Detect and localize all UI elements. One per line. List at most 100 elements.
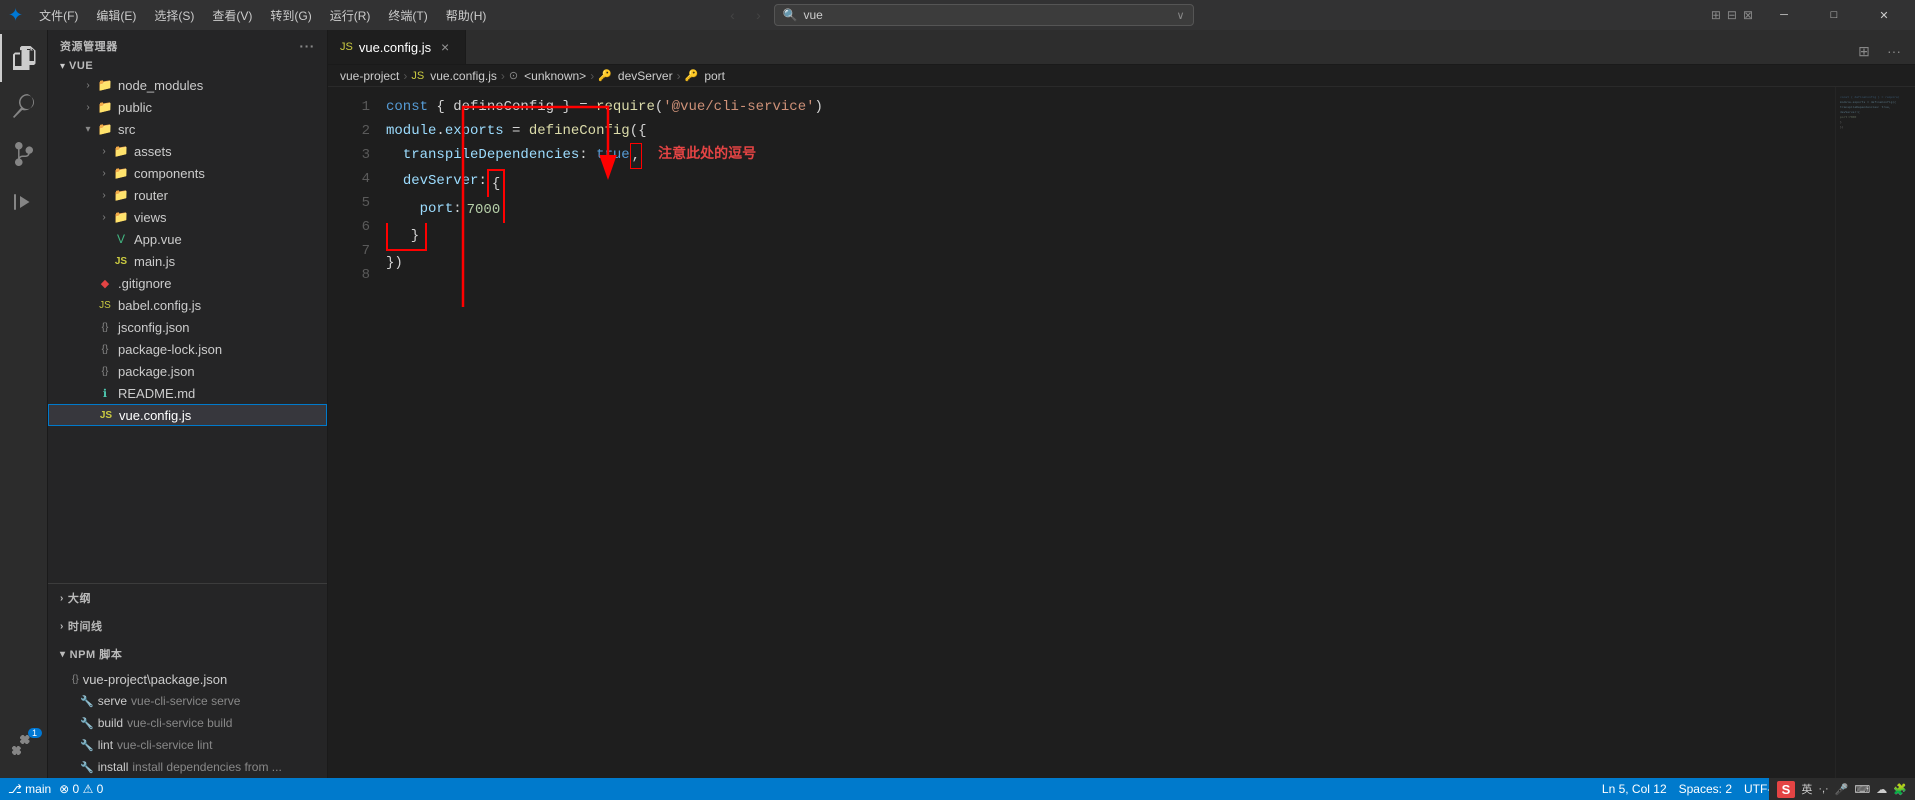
tree-root-label: VUE [69, 60, 93, 72]
titlebar: ✦ 文件(F) 编辑(E) 选择(S) 查看(V) 转到(G) 运行(R) 终端… [0, 0, 1915, 30]
tree-readme[interactable]: › ℹ README.md [48, 382, 327, 404]
tree-node-modules[interactable]: › 📁 node_modules [48, 74, 327, 96]
extensions-badge: 1 [28, 728, 42, 738]
search-input-box[interactable]: 🔍 vue ∨ [774, 4, 1194, 26]
tree-public[interactable]: › 📁 public [48, 96, 327, 118]
menu-run[interactable]: 运行(R) [322, 5, 379, 26]
breadcrumb-unknown[interactable]: <unknown> [524, 69, 586, 83]
npm-lint-icon: 🔧 [80, 739, 94, 752]
tab-bar: JS vue.config.js × ⊞ ··· [328, 30, 1915, 65]
lang-indicator[interactable]: 英 [1801, 781, 1812, 797]
tree-assets[interactable]: › 📁 assets [48, 140, 327, 162]
dot-indicator: ·,· [1818, 783, 1828, 795]
tree-package-json[interactable]: › {} package.json [48, 360, 327, 382]
keyboard-icon[interactable]: ⌨ [1854, 783, 1870, 796]
tree-vue-config[interactable]: › JS vue.config.js [48, 404, 327, 426]
tree-gitignore[interactable]: › ◆ .gitignore [48, 272, 327, 294]
npm-script-build[interactable]: 🔧 build vue-cli-service build [48, 712, 327, 734]
mic-icon[interactable]: 🎤 [1835, 783, 1849, 796]
tree-router[interactable]: › 📁 router [48, 184, 327, 206]
spaces[interactable]: Spaces: 2 [1679, 782, 1732, 796]
code-area[interactable]: const { defineConfig } = require ( '@vue… [378, 87, 1835, 778]
devserver-box-open: { [487, 169, 505, 197]
system-tray: S 英 ·,· 🎤 ⌨ ☁ 🧩 [1769, 778, 1915, 800]
code-line-1: const { defineConfig } = require ( '@vue… [386, 95, 1835, 119]
timeline-toggle[interactable]: › 时间线 [48, 612, 327, 640]
split-editor-icon[interactable]: ⊞ [1851, 38, 1877, 64]
npm-script-serve[interactable]: 🔧 serve vue-cli-service serve ⚙ ▶ [48, 690, 327, 712]
npm-package-file[interactable]: {} vue-project\package.json [48, 668, 327, 690]
menu-view[interactable]: 查看(V) [204, 5, 260, 26]
annotation-text: 注意此处的逗号 [658, 143, 756, 167]
line-col[interactable]: Ln 5, Col 12 [1602, 782, 1667, 796]
sidebar-title: 资源管理器 [60, 38, 118, 54]
breadcrumb-sym-icon: ⊙ [509, 69, 518, 82]
tree-views[interactable]: › 📁 views [48, 206, 327, 228]
npm-install-cmd: install dependencies from ... [132, 760, 281, 774]
breadcrumb-port[interactable]: port [704, 69, 725, 83]
menu-terminal[interactable]: 终端(T) [380, 5, 435, 26]
npm-scripts-toggle[interactable]: ▾ NPM 脚本 [48, 640, 327, 668]
breadcrumb-key-icon: 🔑 [598, 69, 612, 82]
npm-script-lint[interactable]: 🔧 lint vue-cli-service lint [48, 734, 327, 756]
npm-package-name: vue-project\package.json [83, 672, 228, 687]
tree-src[interactable]: ▾ 📁 src [48, 118, 327, 140]
git-branch[interactable]: ⎇ main [8, 782, 51, 796]
tab-vue-config[interactable]: JS vue.config.js × [328, 30, 466, 64]
tab-label: vue.config.js [359, 40, 431, 55]
breadcrumb-project[interactable]: vue-project [340, 69, 399, 83]
tab-close-button[interactable]: × [437, 39, 453, 55]
cloud-icon[interactable]: ☁ [1876, 783, 1887, 796]
tree-babel-config[interactable]: › JS babel.config.js [48, 294, 327, 316]
menu-goto[interactable]: 转到(G) [262, 5, 319, 26]
vscode-logo-icon: ✦ [8, 5, 23, 26]
puzzle-icon[interactable]: 🧩 [1893, 783, 1907, 796]
activity-extensions[interactable]: 1 [0, 722, 48, 770]
breadcrumb-devserver[interactable]: devServer [618, 69, 673, 83]
outline-toggle[interactable]: › 大纲 [48, 584, 327, 612]
sidebar: 资源管理器 ··· ▾ VUE › 📁 node_modules › 📁 pub… [48, 30, 328, 778]
npm-serve-run[interactable]: ▶ [310, 694, 319, 708]
tree-main-js[interactable]: › JS main.js [48, 250, 327, 272]
sidebar-header: 资源管理器 ··· [48, 30, 327, 58]
grid-icon[interactable]: ⊠ [1743, 8, 1753, 22]
close-button[interactable]: ✕ [1861, 0, 1907, 30]
line-numbers: 1 2 3 4 5 6 7 8 [328, 87, 378, 778]
npm-serve-name: serve [98, 694, 127, 708]
breadcrumb-file[interactable]: vue.config.js [430, 69, 497, 83]
npm-lint-cmd: vue-cli-service lint [117, 738, 212, 752]
code-line-2: module . exports = defineConfig ({ [386, 119, 1835, 143]
npm-serve-gear[interactable]: ⚙ [295, 694, 306, 708]
maximize-button[interactable]: □ [1811, 0, 1857, 30]
search-bar: ‹ › 🔍 vue ∨ [722, 4, 1194, 26]
npm-install-name: install [98, 760, 129, 774]
minimize-button[interactable]: ─ [1761, 0, 1807, 30]
npm-script-install[interactable]: 🔧 install install dependencies from ... [48, 756, 327, 778]
layout-icon[interactable]: ⊞ [1711, 8, 1721, 22]
activity-run[interactable] [0, 178, 48, 226]
npm-build-name: build [98, 716, 123, 730]
forward-button[interactable]: › [748, 4, 770, 26]
tree-jsconfig[interactable]: › {} jsconfig.json [48, 316, 327, 338]
tree-root-vue[interactable]: ▾ VUE [48, 58, 327, 74]
errors-count[interactable]: ⊗ 0 ⚠ 0 [59, 782, 103, 796]
activity-search[interactable] [0, 82, 48, 130]
menu-help[interactable]: 帮助(H) [438, 5, 495, 26]
menu-edit[interactable]: 编辑(E) [88, 5, 144, 26]
tree-app-vue[interactable]: › V App.vue [48, 228, 327, 250]
split-icon[interactable]: ⊟ [1727, 8, 1737, 22]
back-button[interactable]: ‹ [722, 4, 744, 26]
menu-file[interactable]: 文件(F) [31, 5, 86, 26]
minimap: const { defineConfig } = require( module… [1835, 87, 1915, 778]
file-tree: › 📁 node_modules › 📁 public ▾ 📁 src [48, 74, 327, 583]
sidebar-menu-icon[interactable]: ··· [299, 38, 315, 54]
more-tabs-icon[interactable]: ··· [1881, 38, 1907, 64]
code-line-8 [386, 275, 1835, 299]
menu-select[interactable]: 选择(S) [146, 5, 202, 26]
editor-content: 1 2 3 4 5 6 7 8 const { defineConfig } =… [328, 87, 1915, 778]
activity-source-control[interactable] [0, 130, 48, 178]
activity-explorer[interactable] [0, 34, 48, 82]
activity-bar: 1 [0, 30, 48, 778]
tree-package-lock[interactable]: › {} package-lock.json [48, 338, 327, 360]
tree-components[interactable]: › 📁 components [48, 162, 327, 184]
